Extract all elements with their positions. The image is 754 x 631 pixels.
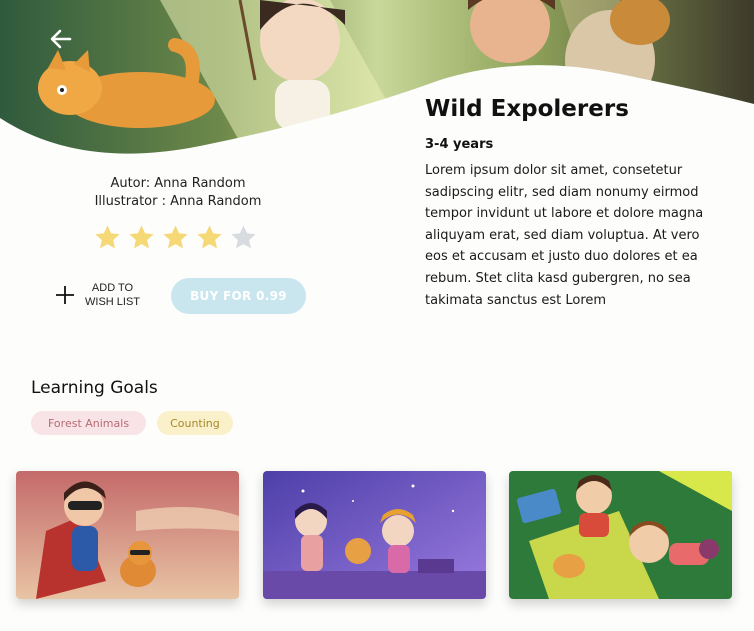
book-cover-night-sky-image — [263, 471, 486, 599]
learning-goals-tags: Forest Animals Counting — [31, 411, 233, 435]
illustrator-label: Illustrator : Anna Random — [94, 194, 262, 209]
tag-forest-animals[interactable]: Forest Animals — [31, 411, 147, 435]
hero-illustration — [0, 0, 754, 160]
related-book-card[interactable] — [16, 471, 239, 599]
tag-counting[interactable]: Counting — [157, 411, 233, 435]
age-range: 3-4 years — [425, 137, 494, 152]
back-button[interactable] — [46, 24, 76, 54]
add-to-wishlist-button[interactable]: ADD TO WISH LIST — [54, 281, 140, 309]
author-label: Autor: Anna Random — [110, 176, 246, 191]
rating-stars — [94, 224, 257, 251]
book-title: Wild Expolerers — [425, 96, 629, 122]
book-cover-superhero-image — [16, 471, 239, 599]
related-book-card[interactable] — [263, 471, 486, 599]
wishlist-label: ADD TO WISH LIST — [85, 282, 141, 308]
buy-button[interactable]: BUY FOR 0.99 — [171, 278, 306, 314]
book-description: Lorem ipsum dolor sit amet, consetetur s… — [425, 163, 704, 308]
book-credits: Autor: Anna Random Illustrator : Anna Ra… — [40, 175, 316, 211]
star-empty-icon — [231, 225, 256, 249]
book-cover-grass-picnic-image — [509, 471, 732, 599]
learning-goals-heading: Learning Goals — [31, 378, 158, 398]
star-filled-icon — [95, 225, 120, 249]
star-filled-icon — [163, 225, 188, 249]
star-filled-icon — [129, 225, 154, 249]
arrow-left-icon — [50, 29, 72, 49]
related-book-card[interactable] — [509, 471, 732, 599]
star-filled-icon — [197, 225, 222, 249]
plus-icon — [56, 286, 74, 304]
